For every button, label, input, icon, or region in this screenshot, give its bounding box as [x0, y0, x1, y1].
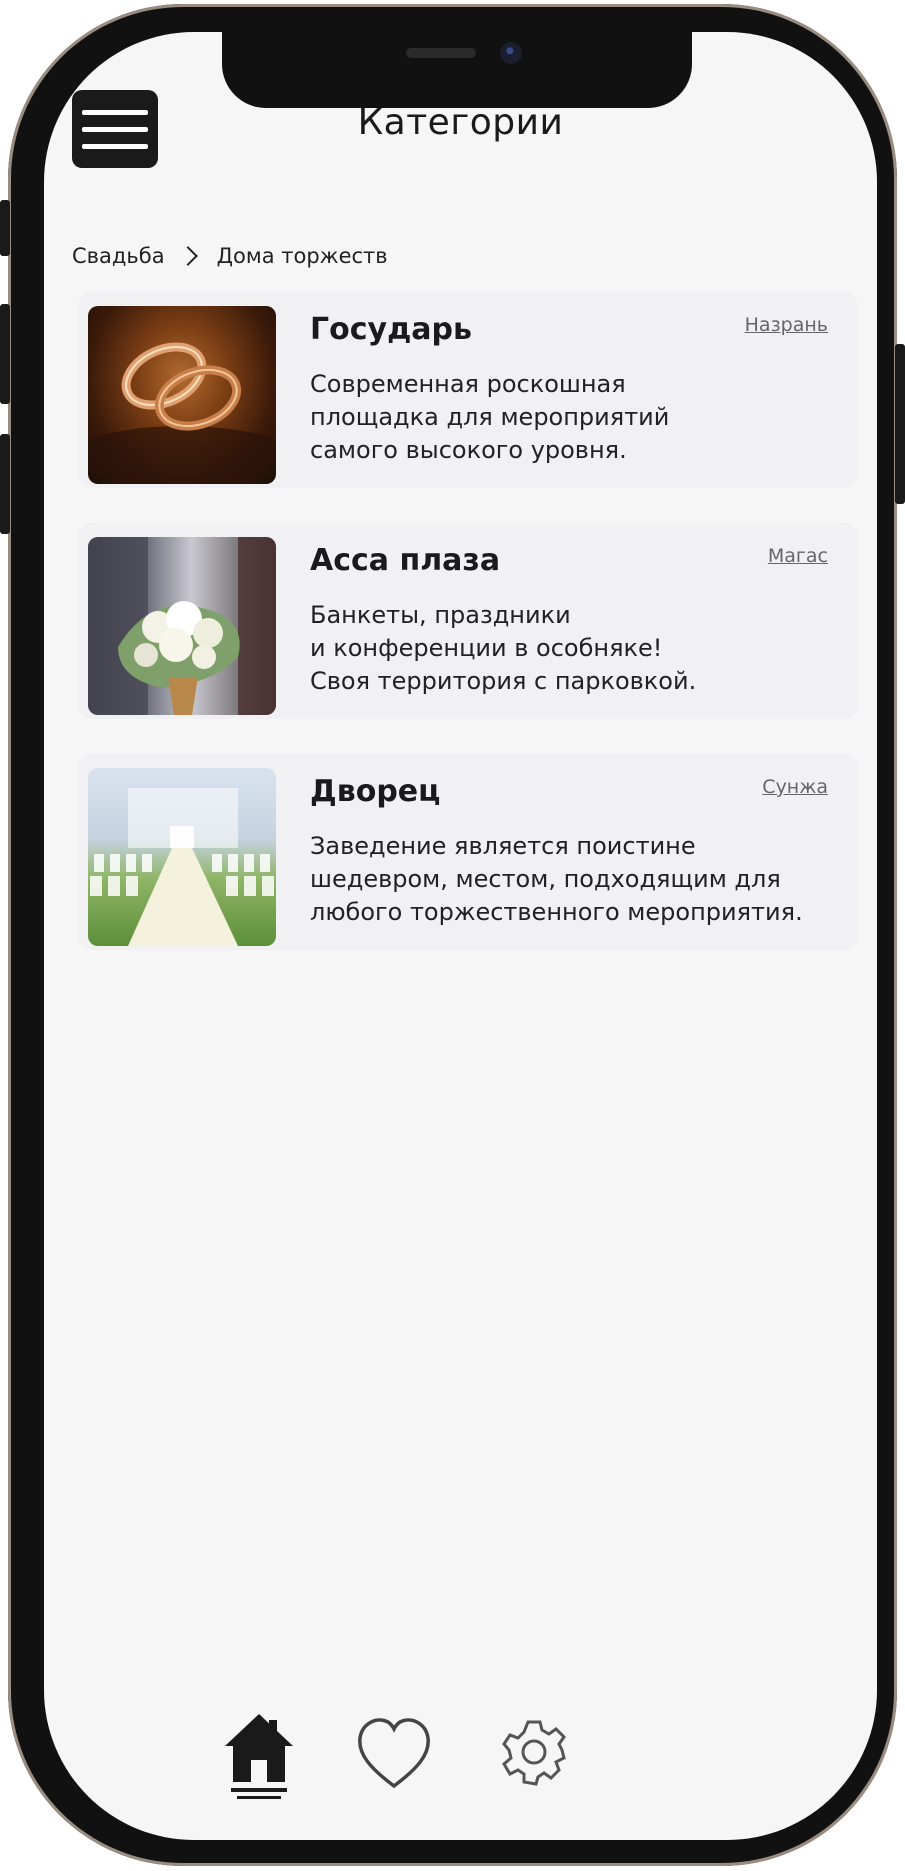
description-line: Банкеты, праздники	[310, 601, 571, 629]
description-line: любого торжественного мероприятия.	[310, 898, 803, 926]
breadcrumb: Свадьба Дома торжеств	[72, 244, 388, 268]
venue-city-link[interactable]: Магас	[768, 545, 828, 567]
nav-favorites-button[interactable]	[354, 1710, 434, 1800]
bottom-navigation	[44, 1710, 877, 1800]
phone-volume-down	[0, 434, 10, 534]
venue-card[interactable]: Государь Назрань Современная роскошная п…	[78, 292, 858, 488]
description-line: Современная роскошная	[310, 370, 626, 398]
heart-icon	[358, 1718, 430, 1789]
venue-name: Государь	[310, 312, 472, 347]
phone-notch	[222, 32, 692, 108]
nav-settings-button[interactable]	[494, 1710, 574, 1800]
venue-card[interactable]: Асса плаза Магас Банкеты, праздники и ко…	[78, 523, 858, 719]
venue-city-link[interactable]: Сунжа	[762, 776, 828, 798]
description-line: шедевром, местом, подходящим для	[310, 865, 781, 893]
description-line: Своя территория с парковкой.	[310, 667, 697, 695]
venue-name: Дворец	[310, 774, 441, 809]
wedding-aisle-image	[88, 768, 276, 946]
venue-description: Банкеты, праздники и конференции в особн…	[310, 599, 850, 698]
gear-icon	[502, 1720, 566, 1786]
venue-card[interactable]: Дворец Сунжа Заведение является поистине…	[78, 754, 858, 950]
description-line: самого высокого уровня.	[310, 436, 627, 464]
bridal-bouquet-image	[88, 537, 276, 715]
speaker-grille	[406, 48, 476, 58]
breadcrumb-item-venues: Дома торжеств	[216, 244, 388, 268]
aisle-illustration	[90, 788, 274, 946]
phone-silent-switch	[0, 200, 10, 256]
phone-power-button	[895, 344, 905, 504]
nav-home-button[interactable]	[219, 1710, 299, 1800]
phone-frame: Категории Свадьба Дома торжеств Государь…	[0, 4, 905, 1866]
description-line: и конференции в особняке!	[310, 634, 663, 662]
venue-city-link[interactable]: Назрань	[745, 314, 828, 336]
venue-description: Современная роскошная площадка для мероп…	[310, 368, 850, 467]
wedding-rings-image	[88, 306, 276, 484]
venue-name: Асса плаза	[310, 543, 501, 578]
venue-description: Заведение является поистине шедевром, ме…	[310, 830, 850, 929]
breadcrumb-item-wedding[interactable]: Свадьба	[72, 244, 165, 268]
wedding-rings-illustration	[88, 342, 276, 484]
phone-volume-up	[0, 304, 10, 404]
bouquet-illustration	[88, 537, 276, 715]
page-title: Категории	[357, 102, 564, 143]
description-line: Заведение является поистине	[310, 832, 696, 860]
chevron-right-icon	[177, 246, 198, 266]
home-icon	[225, 1714, 293, 1799]
app-screen: Категории Свадьба Дома торжеств Государь…	[44, 32, 877, 1840]
front-camera	[500, 42, 522, 64]
description-line: площадка для мероприятий	[310, 403, 670, 431]
